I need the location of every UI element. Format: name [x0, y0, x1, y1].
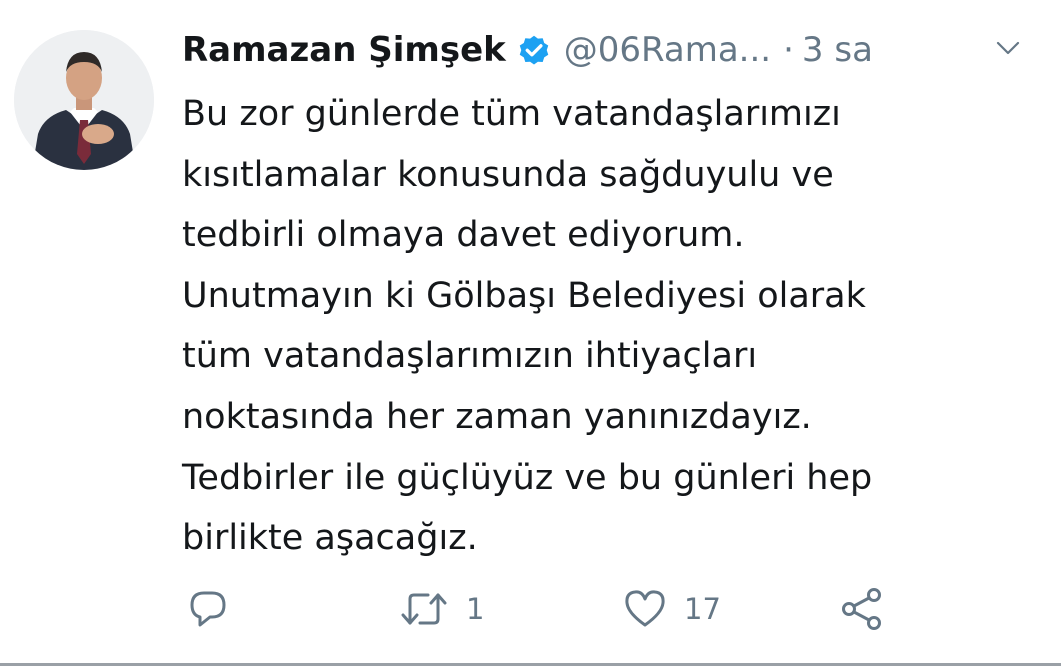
chevron-down-icon[interactable] [995, 38, 1021, 58]
separator-dot: · [783, 30, 794, 70]
share-icon [840, 587, 884, 631]
tweet-text-line: tüm vatandaşlarımızın ihtiyaçları [182, 336, 758, 377]
tweet-text-line: tedbirli olmaya davet ediyorum. [182, 215, 745, 256]
tweet-actions: 1 17 [0, 584, 1061, 634]
tweet-text-line: Unutmayın ki Gölbaşı Belediyesi olarak [182, 275, 866, 316]
share-button[interactable] [840, 584, 884, 634]
tweet-text: Bu zor günlerde tüm vatandaşlarımızı kıs… [182, 84, 1042, 569]
avatar[interactable] [14, 30, 154, 170]
author-photo [14, 30, 154, 170]
tweet-text-line: Tedbirler ile güçlüyüz ve bu günleri hep [182, 457, 873, 498]
tweet-text-line: kısıtlamalar konusunda sağduyulu ve [182, 154, 834, 195]
reply-icon [186, 587, 230, 631]
tweet-text-line: birlikte aşacağız. [182, 518, 478, 559]
like-count: 17 [684, 592, 721, 626]
retweet-count: 1 [466, 592, 485, 626]
author-handle[interactable]: @06Rama... [564, 30, 771, 70]
retweet-button[interactable]: 1 [398, 584, 484, 634]
tweet-time[interactable]: 3 sa [802, 30, 873, 70]
like-button[interactable]: 17 [622, 584, 721, 634]
author-name[interactable]: Ramazan Şimşek [182, 30, 506, 70]
retweet-icon [398, 587, 450, 631]
reply-button[interactable] [186, 584, 230, 634]
heart-icon [622, 587, 668, 631]
tweet-text-line: noktasında her zaman yanınızdayız. [182, 396, 812, 437]
verified-badge-icon [516, 32, 552, 68]
tweet-header: Ramazan Şimşek @06Rama... · 3 sa [182, 24, 1031, 76]
tweet-text-line: Bu zor günlerde tüm vatandaşlarımızı [182, 94, 841, 134]
